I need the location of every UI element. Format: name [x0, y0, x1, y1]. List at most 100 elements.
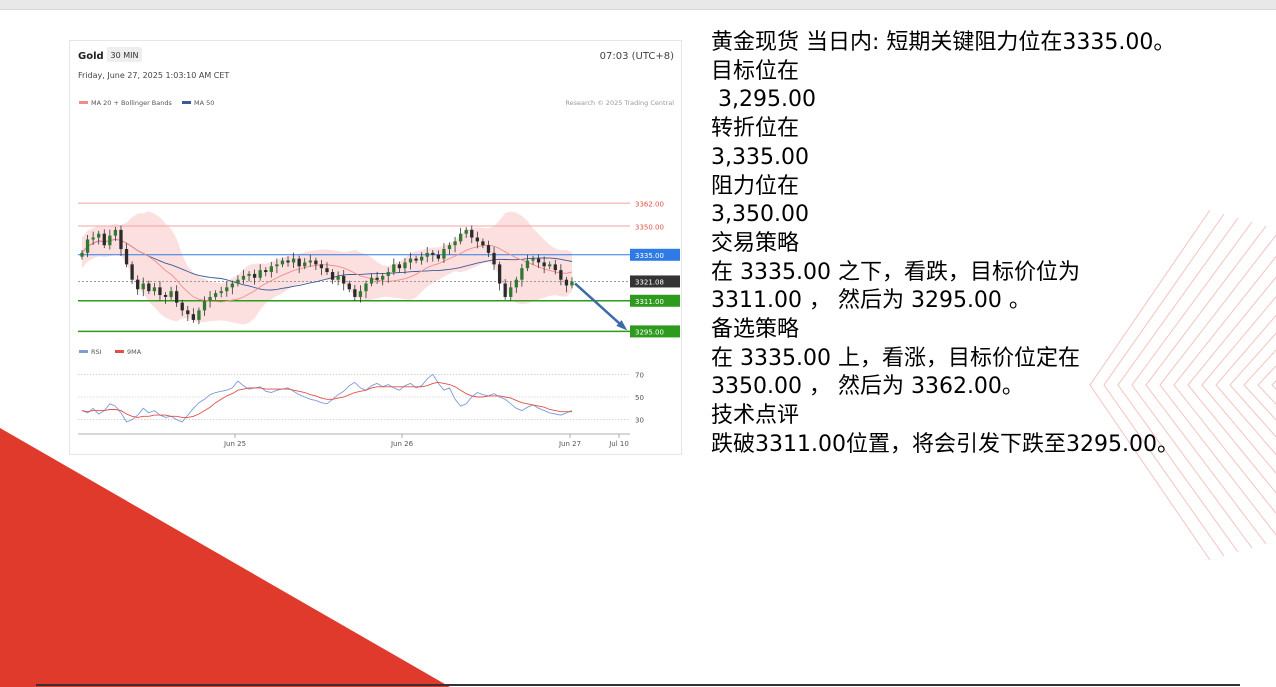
candle-body [269, 266, 273, 273]
candle-body [392, 264, 396, 273]
candle-body [458, 233, 463, 242]
candle-body [375, 277, 379, 280]
bottom-rule [36, 684, 1240, 686]
candle-body [85, 239, 90, 253]
candle-body [470, 229, 474, 238]
candle-body [481, 241, 485, 246]
candle-body [275, 264, 279, 267]
candle-body [492, 252, 496, 265]
candle-body [141, 283, 145, 290]
candle-body [286, 260, 290, 263]
x-tick-label: Jun 25 [223, 440, 246, 448]
gold-chart: Gold 30 MIN 07:03 (UTC+8) Friday, June 2… [78, 47, 680, 448]
projection-arrow [574, 282, 628, 331]
candle-body [91, 237, 95, 240]
candle-body [252, 273, 257, 278]
candle-body [175, 291, 179, 303]
candle-body [180, 302, 184, 311]
candle-body [542, 262, 546, 267]
candle-body [191, 314, 196, 320]
candle-body [358, 291, 363, 297]
alt-strategy-line-2: 3350.00 ， 然后为 3362.00。 [711, 374, 1024, 400]
candle-body [553, 264, 557, 271]
candle-body [453, 241, 457, 246]
candle [130, 261, 134, 284]
alt-strategy-line-1: 在 3335.00 上，看涨，目标价位定在 [711, 345, 1080, 371]
candle-body [531, 258, 535, 261]
candle-body [264, 270, 268, 273]
candle-body [291, 258, 296, 263]
candle-body [119, 229, 123, 250]
candle-body [147, 283, 151, 292]
candle-body [330, 272, 335, 280]
x-tick-label: Jun 26 [390, 440, 414, 448]
candle-body [297, 258, 301, 267]
candle-body [236, 279, 240, 284]
x-axis-ticks: Jun 25 Jun 26 Jun 27 Jul 10 [223, 434, 629, 448]
candle-body [536, 258, 541, 263]
level-labels: 3362.00 3350.00 3335.00 3321.08 3311.00 3295.… [630, 200, 680, 338]
candle-body [314, 260, 318, 265]
candle-body [364, 283, 368, 292]
candle-body [208, 296, 212, 301]
candle-body [130, 264, 134, 280]
candle-body [386, 272, 390, 276]
candle-body [136, 279, 140, 290]
candle-body [225, 287, 229, 292]
candle-body [497, 264, 502, 284]
rsi-ma-line [81, 381, 572, 418]
pivot-label: 转折位在 [711, 116, 800, 142]
strategy-label: 交易策略 [711, 230, 800, 256]
candle-body [548, 264, 552, 267]
candle [497, 261, 502, 291]
alt-strategy-label: 备选策略 [711, 317, 800, 343]
rsi-panel: 70 50 30 [78, 371, 644, 425]
candle-body [319, 264, 324, 269]
chart-credit: Research © 2025 Trading Central [565, 99, 674, 107]
candle-body [303, 262, 307, 267]
level-label-3350.00: 3350.00 [635, 223, 664, 231]
candle-body [464, 229, 468, 234]
level-label-3335.00: 3335.00 [635, 252, 664, 260]
candle-body [381, 275, 385, 280]
comment-line: 跌破3311.00位置，将会引发下跌至3295.00。 [711, 431, 1179, 457]
x-tick-label: Jun 27 [558, 440, 581, 448]
candle-body [158, 287, 162, 296]
analysis-title: 黄金现货 当日内: 短期关键阻力位在3335.00。 [711, 30, 1176, 55]
rsi-tick-50: 50 [635, 394, 644, 402]
level-label-3321.08: 3321.08 [635, 279, 664, 287]
candle-body [163, 295, 168, 297]
level-label-3362.00: 3362.00 [635, 200, 664, 208]
candle-body [369, 277, 374, 284]
candle-body [431, 252, 435, 255]
projection-arrow-shaft [574, 282, 626, 330]
candle-body [169, 291, 173, 297]
candle-body [102, 233, 106, 246]
candle-body [347, 283, 351, 290]
ma50-legend-swatch [182, 101, 191, 104]
candle-body [280, 260, 285, 265]
candle-body [559, 270, 563, 280]
candle-body [342, 275, 346, 284]
candle-body [403, 262, 407, 269]
analysis-panel: 黄金现货 当日内: 短期关键阻力位在3335.00。 目标位在 3,295.00… [711, 29, 1271, 460]
candle-body [514, 279, 518, 288]
candle-body [336, 275, 340, 280]
chart-clock: 07:03 (UTC+8) [600, 51, 674, 62]
strategy-line-2: 3311.00 ， 然后为 3295.00 。 [711, 288, 1031, 314]
candle-body [425, 252, 429, 257]
candle-body [113, 229, 118, 236]
x-tick-label: Jul 10 [608, 440, 629, 448]
candle-body [509, 287, 513, 297]
rsi-tick-70: 70 [635, 371, 644, 379]
candle-body [414, 258, 418, 261]
candle-body [213, 293, 218, 297]
ma50-legend-label: MA 50 [194, 99, 214, 107]
candle-body [436, 254, 441, 259]
candle-body [97, 233, 101, 238]
candle-body [247, 273, 251, 276]
candle-body [408, 258, 413, 263]
level-label-3311.00: 3311.00 [635, 298, 664, 306]
rsi-ma-legend-swatch [115, 350, 124, 353]
candle-body [230, 283, 234, 288]
